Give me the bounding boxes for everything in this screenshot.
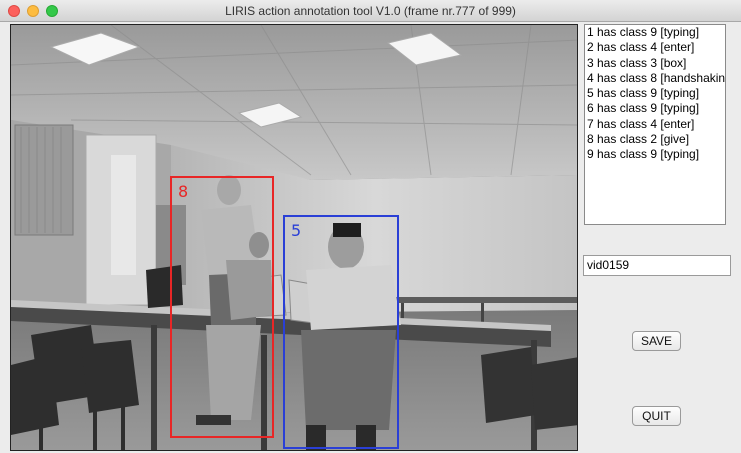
annotation-box-8[interactable]: 8	[170, 176, 274, 438]
action-list[interactable]: 1 has class 9 [typing] 2 has class 4 [en…	[584, 24, 726, 225]
annotation-box-label: 8	[178, 182, 189, 201]
list-item[interactable]: 9 has class 9 [typing]	[585, 147, 725, 162]
list-item[interactable]: 4 has class 8 [handshakin	[585, 71, 725, 86]
window-title: LIRIS action annotation tool V1.0 (frame…	[225, 4, 516, 18]
list-item[interactable]: 5 has class 9 [typing]	[585, 86, 725, 101]
list-item[interactable]: 3 has class 3 [box]	[585, 56, 725, 71]
list-item[interactable]: 7 has class 4 [enter]	[585, 117, 725, 132]
list-item[interactable]: 1 has class 9 [typing]	[585, 25, 725, 40]
quit-button[interactable]: QUIT	[632, 406, 681, 426]
list-item[interactable]: 8 has class 2 [give]	[585, 132, 725, 147]
annotation-box-label: 5	[291, 221, 302, 240]
list-item[interactable]: 6 has class 9 [typing]	[585, 101, 725, 116]
video-id-field[interactable]: vid0159	[583, 255, 731, 276]
app-content: 8 5 1 has class 9 [typing] 2 has class 4…	[0, 22, 741, 453]
list-item[interactable]: 2 has class 4 [enter]	[585, 40, 725, 55]
video-frame-viewer[interactable]: 8 5	[10, 24, 578, 451]
annotation-box-5[interactable]: 5	[283, 215, 399, 449]
window-titlebar: LIRIS action annotation tool V1.0 (frame…	[0, 0, 741, 22]
save-button[interactable]: SAVE	[632, 331, 681, 351]
